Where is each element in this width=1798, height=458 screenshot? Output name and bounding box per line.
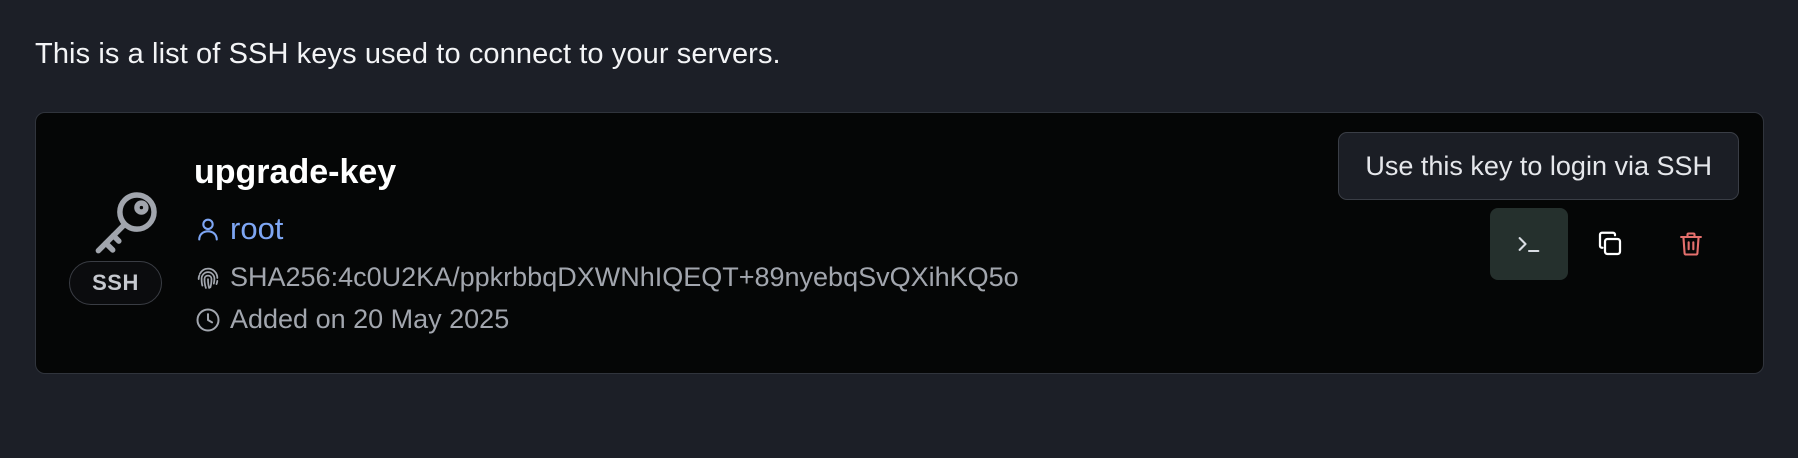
key-added-date: Added on 20 May 2025 [194,304,509,335]
page-description: This is a list of SSH keys used to conne… [35,38,781,70]
trash-icon [1680,232,1702,256]
ssh-login-tooltip: Use this key to login via SSH [1338,132,1739,200]
key-icon [84,183,166,265]
ssh-key-card: SSH upgrade-key root SHA256:4c0U2KA/ppkr… [35,112,1764,374]
terminal-icon [1518,237,1540,253]
key-fingerprint: SHA256:4c0U2KA/ppkrbbqDXWNhIQEQT+89nyebq… [194,262,1019,293]
copy-key-button[interactable] [1571,208,1649,280]
added-date-text: Added on 20 May 2025 [230,304,510,334]
copy-icon [1598,231,1622,256]
fingerprint-icon [197,267,219,289]
key-user-name: root [230,211,284,246]
key-name: upgrade-key [194,153,397,191]
clock-icon [196,308,220,331]
ssh-login-button[interactable] [1490,208,1568,280]
delete-key-button[interactable] [1652,208,1730,280]
ssh-badge: SSH [69,261,162,305]
fingerprint-value: SHA256:4c0U2KA/ppkrbbqDXWNhIQEQT+89nyebq… [230,262,1019,292]
user-icon [198,218,218,241]
key-user: root [194,211,283,247]
